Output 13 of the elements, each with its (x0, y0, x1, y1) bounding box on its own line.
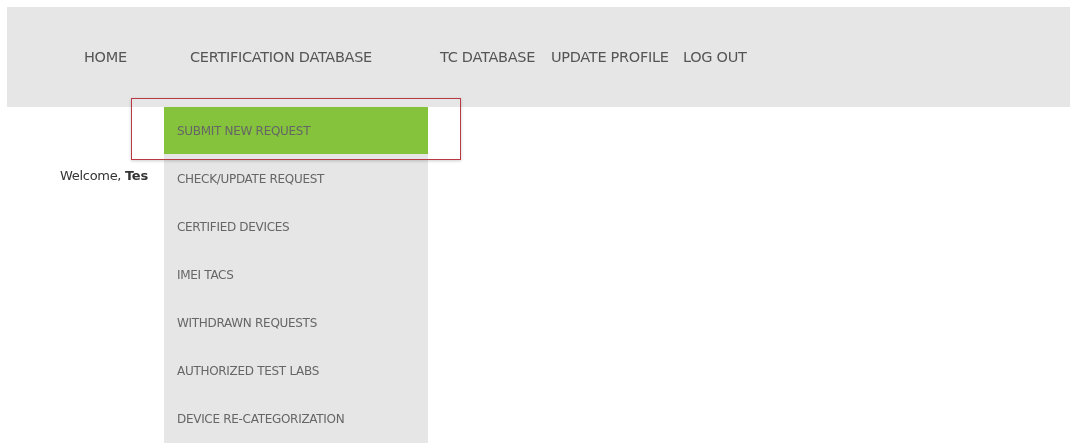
menu-item[interactable]: SUBMIT NEW REQUEST (164, 107, 428, 154)
nav-link[interactable]: UPDATE PROFILE (551, 45, 669, 69)
menu-item[interactable]: IMEI TACS (164, 251, 428, 299)
menu-item[interactable]: DEVICE RE-CATEGORIZATION (164, 395, 428, 443)
menu-item[interactable]: CHECK/UPDATE REQUEST (164, 155, 428, 203)
menu-item[interactable]: WITHDRAWN REQUESTS (164, 299, 428, 347)
nav-link[interactable]: HOME (84, 45, 127, 69)
menu-item[interactable]: AUTHORIZED TEST LABS (164, 347, 428, 395)
welcome-text: Welcome, Tes (60, 168, 148, 183)
nav-link[interactable]: TC DATABASE (440, 45, 536, 69)
nav-link[interactable]: CERTIFICATION DATABASE (190, 45, 372, 69)
menu-item[interactable]: CERTIFIED DEVICES (164, 203, 428, 251)
nav-link[interactable]: LOG OUT (683, 45, 747, 69)
